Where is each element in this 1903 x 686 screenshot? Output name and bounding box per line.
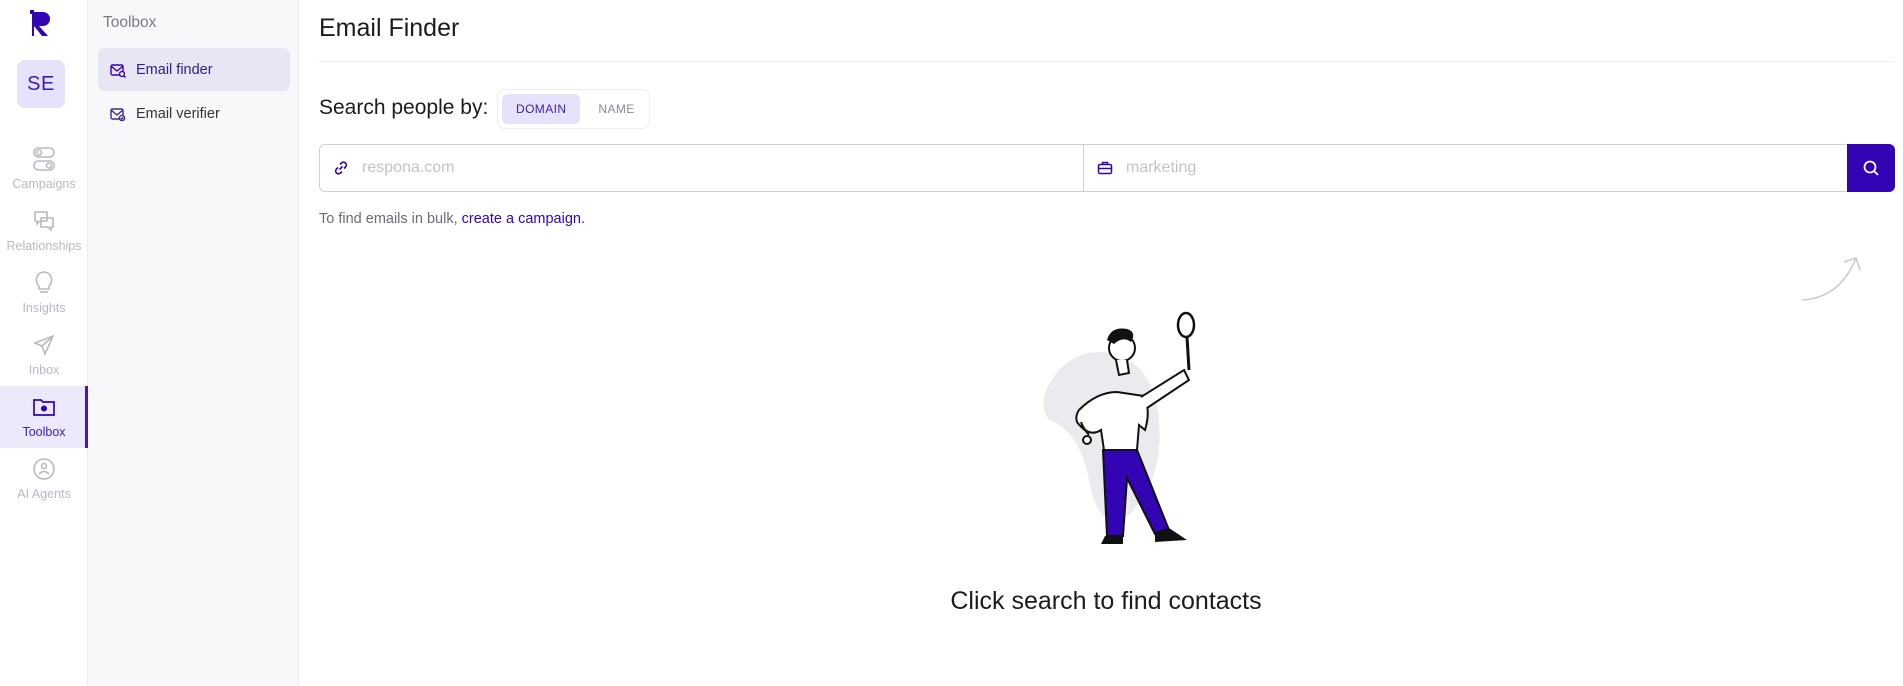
rail-label: Toolbox xyxy=(22,425,66,439)
ai-agent-icon xyxy=(31,456,57,482)
rail-item-toolbox[interactable]: Toolbox xyxy=(0,386,88,448)
person-with-magnifier-illustration xyxy=(1043,311,1196,544)
subnav-item-email-verifier[interactable]: Email verifier xyxy=(98,92,290,135)
avatar[interactable]: SE xyxy=(17,60,65,108)
empty-state-message: Click search to find contacts xyxy=(950,587,1262,615)
email-check-icon xyxy=(110,105,128,123)
lightbulb-icon xyxy=(31,270,57,296)
icon-rail: SE Campaigns Relationships Insights Inbo… xyxy=(0,0,88,686)
rail-label: Relationships xyxy=(6,239,82,253)
domain-input[interactable] xyxy=(362,145,1083,191)
email-search-icon xyxy=(110,61,128,79)
keyword-field xyxy=(1084,144,1849,192)
subnav-title: Toolbox xyxy=(103,14,157,31)
main-content: Email Finder Search people by: DOMAIN NA… xyxy=(299,0,1903,686)
relationships-icon xyxy=(31,208,57,234)
search-mode-toggle: DOMAIN NAME xyxy=(497,89,650,129)
folder-gear-icon xyxy=(31,394,57,420)
briefcase-icon xyxy=(1084,160,1126,176)
app-root: SE Campaigns Relationships Insights Inbo… xyxy=(0,0,1903,686)
rail-label: AI Agents xyxy=(17,487,71,501)
paper-plane-icon xyxy=(31,332,57,358)
rail-label: Inbox xyxy=(28,363,60,377)
header-divider xyxy=(319,61,1894,62)
bulk-hint: To find emails in bulk, create a campaig… xyxy=(319,211,585,227)
campaigns-icon xyxy=(31,146,57,172)
curved-arrow-decoration xyxy=(1801,256,1861,301)
toggle-name[interactable]: NAME xyxy=(584,94,648,124)
keyword-input[interactable] xyxy=(1126,145,1848,191)
page-title: Email Finder xyxy=(319,14,460,42)
respona-logo[interactable] xyxy=(28,8,54,40)
create-campaign-link[interactable]: create a campaign. xyxy=(462,211,585,227)
toolbox-subnav: Toolbox Email finder Email verifier xyxy=(88,0,299,686)
search-by-label: Search people by: xyxy=(319,96,489,119)
toggle-domain[interactable]: DOMAIN xyxy=(502,94,581,124)
rail-item-inbox[interactable]: Inbox xyxy=(0,324,88,386)
rail-item-relationships[interactable]: Relationships xyxy=(0,200,88,262)
subnav-item-email-finder[interactable]: Email finder xyxy=(98,48,290,91)
rail-item-campaigns[interactable]: Campaigns xyxy=(0,138,88,200)
domain-field xyxy=(319,144,1084,192)
search-icon xyxy=(1863,160,1879,176)
subnav-label: Email finder xyxy=(136,61,213,78)
rail-label: Insights xyxy=(22,301,66,315)
link-icon xyxy=(320,160,362,176)
rail-item-insights[interactable]: Insights xyxy=(0,262,88,324)
bulk-hint-text: To find emails in bulk, xyxy=(319,211,458,227)
search-button[interactable] xyxy=(1847,144,1895,192)
rail-label: Campaigns xyxy=(12,177,76,191)
subnav-label: Email verifier xyxy=(136,105,220,122)
rail-item-ai-agents[interactable]: AI Agents xyxy=(0,448,88,510)
